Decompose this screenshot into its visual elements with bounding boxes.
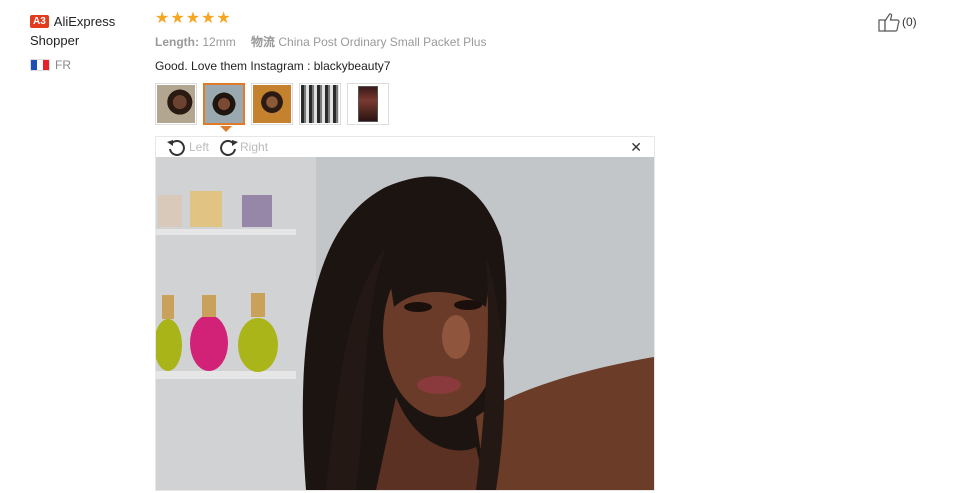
order-attributes: Length: 12mm 物流 China Post Ordinary Smal… (155, 34, 855, 50)
thumbnail-photo-3[interactable] (251, 83, 293, 125)
reviewer-name-line: A3 AliExpress Shopper (30, 12, 150, 50)
photo-viewer: Left Right ✕ (155, 136, 655, 491)
attr-shipping-value: China Post Ordinary Small Packet Plus (278, 35, 487, 49)
thumbnail-photo-2[interactable] (203, 83, 245, 132)
helpful-count: (0) (902, 15, 917, 29)
rotate-right-icon (220, 140, 239, 156)
star-icon: ★ (216, 10, 231, 27)
review-photo (156, 157, 654, 490)
review-comment: Good. Love them Instagram : blackybeauty… (155, 59, 391, 73)
thumbnail-image (253, 85, 291, 123)
thumbs-up-icon (878, 13, 900, 32)
rotate-right-label: Right (240, 140, 269, 154)
feedback-content: ★ ★ ★ ★ ★ Length: 12mm 物流 China Post Ord… (155, 10, 855, 132)
star-icon: ★ (201, 10, 216, 27)
thumbnail-photo-4[interactable] (299, 83, 341, 125)
review-item: A3 AliExpress Shopper FR ★ ★ ★ ★ ★ Length… (0, 0, 956, 493)
helpful-button[interactable]: (0) (878, 12, 917, 32)
thumbnail-image (205, 85, 243, 123)
thumbnail-photo-5[interactable] (347, 83, 389, 125)
star-rating: ★ ★ ★ ★ ★ (155, 10, 855, 28)
viewer-toolbar: Left Right ✕ (156, 137, 654, 157)
country-code: FR (55, 58, 71, 72)
rotate-left-icon (167, 140, 185, 156)
buyer-level-badge: A3 (30, 15, 49, 28)
thumbnail-image (301, 85, 339, 123)
reviewer-country: FR (30, 58, 150, 72)
attr-length-value: 12mm (202, 35, 236, 49)
star-icon: ★ (185, 10, 201, 27)
close-icon[interactable]: ✕ (630, 140, 642, 154)
thumbnail-image (349, 85, 387, 123)
attr-shipping-key: 物流 (251, 35, 276, 49)
thumbnail-image (157, 85, 195, 123)
star-icon: ★ (155, 10, 170, 27)
rotate-right-button[interactable]: Right (217, 138, 268, 156)
attr-length-key: Length: (155, 35, 199, 49)
selected-review-photo (156, 157, 654, 490)
photo-thumbnails (155, 83, 855, 132)
rotate-left-label: Left (189, 140, 210, 154)
star-icon: ★ (170, 10, 185, 27)
thumbnail-photo-1[interactable] (155, 83, 197, 125)
rotate-left-button[interactable]: Left (166, 138, 209, 156)
reviewer-info: A3 AliExpress Shopper FR (30, 12, 150, 72)
france-flag-icon (30, 59, 50, 71)
